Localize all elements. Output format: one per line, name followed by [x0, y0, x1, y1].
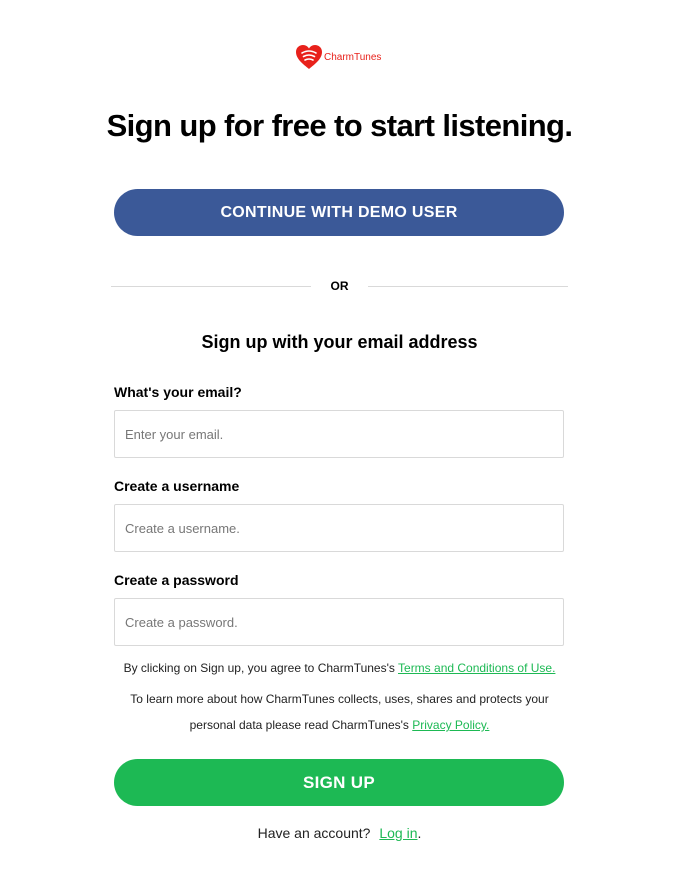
privacy-notice-line1: To learn more about how CharmTunes colle…	[130, 692, 549, 706]
email-signup-heading: Sign up with your email address	[201, 332, 478, 352]
terms-link[interactable]: Terms and Conditions of Use.	[398, 661, 555, 675]
terms-text: By clicking on Sign up, you agree to Cha…	[123, 661, 399, 675]
password-label: Create a password	[114, 572, 239, 588]
login-prompt: Have an account?	[257, 825, 371, 841]
login-suffix: .	[417, 825, 422, 841]
page-title: Sign up for free to start listening.	[106, 108, 573, 143]
username-label: Create a username	[114, 478, 240, 494]
privacy-policy-link[interactable]: Privacy Policy.	[412, 718, 489, 732]
divider-or-label: OR	[330, 279, 349, 293]
login-link[interactable]: Log in	[379, 825, 417, 841]
continue-demo-user-button[interactable]: CONTINUE WITH DEMO USER	[114, 189, 564, 236]
brand-name: CharmTunes	[324, 51, 382, 63]
privacy-text: personal data please read CharmTunes's	[189, 718, 413, 732]
terms-notice: By clicking on Sign up, you agree to Cha…	[0, 661, 679, 675]
brand-logo[interactable]: CharmTunes	[294, 42, 381, 72]
username-field[interactable]	[114, 504, 564, 552]
divider-line-right	[368, 286, 568, 287]
email-label: What's your email?	[114, 384, 242, 400]
sign-up-button[interactable]: SIGN UP	[114, 759, 564, 806]
privacy-notice-line2: personal data please read CharmTunes's P…	[0, 718, 679, 732]
login-prompt-row: Have an account? Log in.	[0, 825, 679, 841]
email-field[interactable]	[114, 410, 564, 458]
heart-waves-icon	[294, 42, 324, 72]
password-field[interactable]	[114, 598, 564, 646]
